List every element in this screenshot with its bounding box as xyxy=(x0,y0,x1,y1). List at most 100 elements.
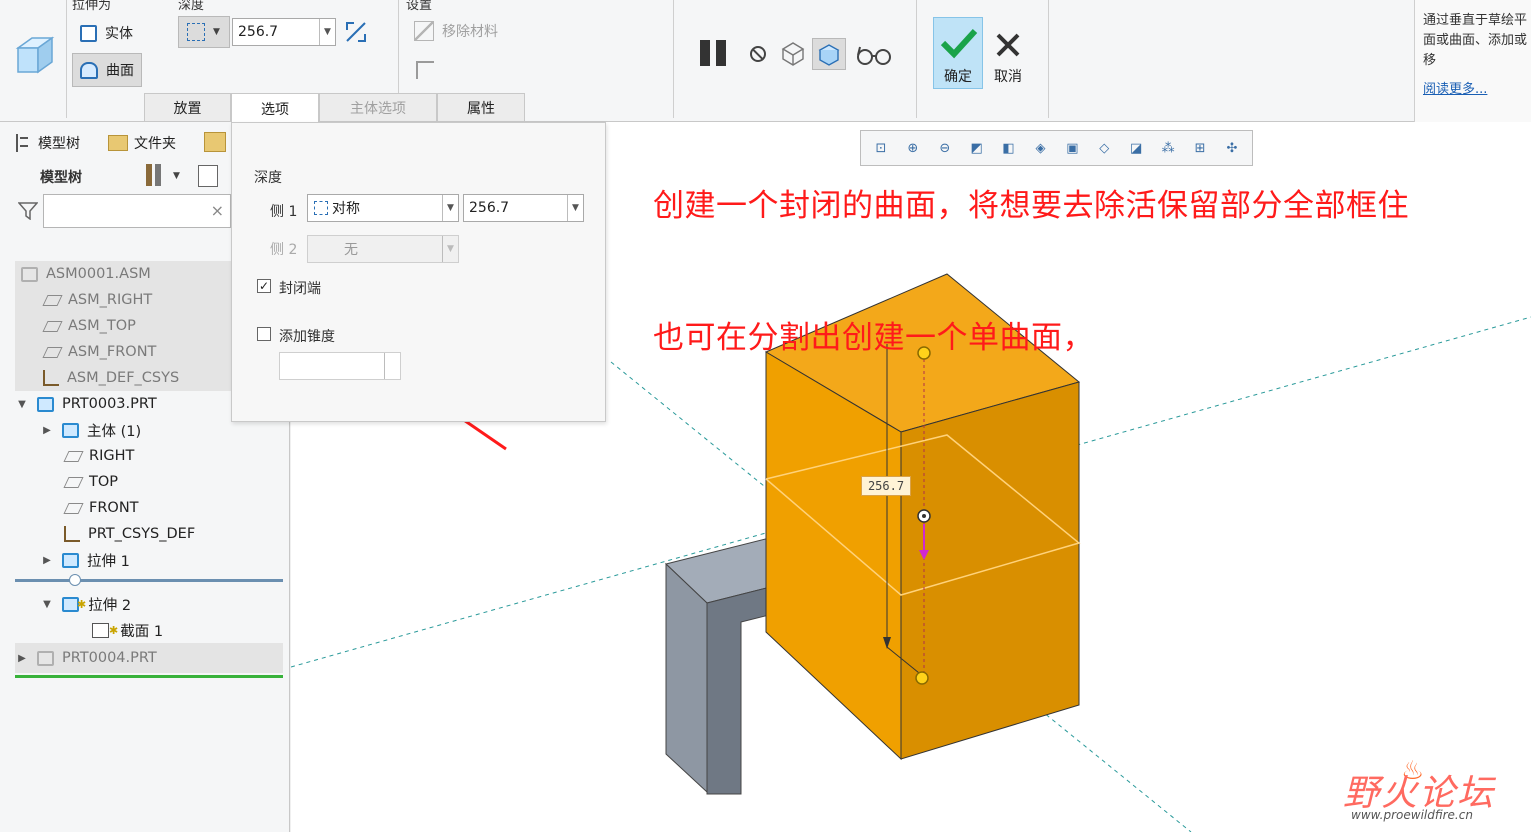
no-preview-icon[interactable] xyxy=(750,46,766,62)
symmetric-depth-icon xyxy=(314,201,328,215)
collapsed-arrow-icon[interactable]: ▶ xyxy=(40,425,54,436)
new-feature-star-icon: ✱ xyxy=(77,597,87,611)
section-icon[interactable]: ◪ xyxy=(1125,137,1147,159)
datum-plane-icon xyxy=(63,450,84,462)
capped-ends-label: 封闭端 xyxy=(279,281,321,297)
surface-icon xyxy=(80,61,98,79)
collapsed-arrow-icon[interactable]: ▶ xyxy=(40,555,54,566)
side1-type-select[interactable]: 对称 ▼ xyxy=(307,194,459,222)
tree-row-prt-csys-def[interactable]: PRT_CSYS_DEF xyxy=(15,521,283,547)
tree-settings-icon[interactable]: ▼ xyxy=(146,164,182,188)
tree-row-top[interactable]: TOP xyxy=(15,469,283,495)
flip-direction-icon[interactable] xyxy=(344,20,368,44)
saved-orientations-icon[interactable]: ◈ xyxy=(1029,137,1051,159)
spin-center-icon[interactable]: ✣ xyxy=(1221,137,1243,159)
folder-icon xyxy=(108,135,128,151)
side1-label: 侧 1 xyxy=(270,204,298,220)
depth-type-dropdown[interactable]: ▼ xyxy=(178,16,230,48)
chevron-down-icon[interactable]: ▼ xyxy=(442,236,458,262)
bracket-front-face xyxy=(665,562,708,794)
surface-button[interactable]: 曲面 xyxy=(72,53,142,87)
view-manager-icon[interactable]: ▣ xyxy=(1061,137,1083,159)
chevron-down-icon[interactable]: ▼ xyxy=(567,195,583,221)
tree-end-bar xyxy=(15,675,283,678)
tree-row-prt0004[interactable]: ▶ PRT0004.PRT xyxy=(15,643,283,673)
tree-row-extrude2[interactable]: ▼ ✱ 拉伸 2 xyxy=(15,591,283,617)
thicken-icon[interactable] xyxy=(416,61,434,79)
tab-placement[interactable]: 放置 xyxy=(144,93,231,121)
refit-icon[interactable]: ⊡ xyxy=(870,137,892,159)
tab-properties[interactable]: 属性 xyxy=(437,93,525,121)
cancel-button[interactable]: 取消 xyxy=(988,26,1028,90)
side2-label: 侧 2 xyxy=(270,242,298,258)
help-text: 通过垂直于草绘平面或曲面、添加或移 xyxy=(1423,13,1528,68)
annotation-display-icon[interactable]: ⊞ xyxy=(1189,137,1211,159)
close-icon xyxy=(996,33,1020,57)
tree-row-front[interactable]: FRONT xyxy=(15,495,283,521)
model-tree-header: 模型树 xyxy=(40,170,82,186)
annotation-text-1: 创建一个封闭的曲面，将想要去除活保留部分全部框住 xyxy=(653,188,1409,224)
solid-button[interactable]: 实体 xyxy=(80,22,133,44)
preview-geometry-icon[interactable] xyxy=(780,40,806,66)
collapsed-arrow-icon[interactable]: ▶ xyxy=(15,653,29,664)
add-taper-label: 添加锥度 xyxy=(279,329,335,345)
new-feature-star-icon: ✱ xyxy=(109,623,119,637)
display-style-icon[interactable]: ◧ xyxy=(998,137,1020,159)
verify-glasses-icon[interactable] xyxy=(856,44,892,66)
view-toolbar: ⊡ ⊕ ⊖ ◩ ◧ ◈ ▣ ◇ ◪ ⁂ ⊞ ✣ xyxy=(860,130,1253,166)
favorites-tab-icon[interactable] xyxy=(204,132,226,152)
model-tree-icon xyxy=(16,134,32,152)
read-more-link[interactable]: 阅读更多... xyxy=(1423,78,1487,97)
tab-model-tree[interactable]: 模型树 xyxy=(16,128,80,158)
show-options-icon[interactable] xyxy=(198,165,218,187)
tab-options[interactable]: 选项 xyxy=(231,93,319,123)
options-panel: 深度 侧 1 对称 ▼ 256.7 ▼ 侧 2 无 ▼ ✓ 封闭端 添加锥度 xyxy=(231,122,606,422)
add-taper-checkbox[interactable] xyxy=(257,327,271,341)
tree-row-section1[interactable]: ✱ 截面 1 xyxy=(15,617,283,643)
tree-search-input[interactable]: × xyxy=(43,194,231,228)
chevron-down-icon[interactable]: ▼ xyxy=(319,19,335,45)
side2-type-select[interactable]: 无 ▼ xyxy=(307,235,459,263)
coordinate-system-icon xyxy=(43,370,59,386)
pause-icon[interactable] xyxy=(700,40,730,68)
extrude-icon xyxy=(62,552,79,568)
assembly-icon xyxy=(21,266,38,282)
perspective-icon[interactable]: ◇ xyxy=(1093,137,1115,159)
filter-icon[interactable] xyxy=(17,202,39,221)
repaint-icon[interactable]: ◩ xyxy=(966,137,988,159)
chevron-down-icon[interactable]: ▼ xyxy=(442,195,458,221)
watermark-logo: ♨ 野火论坛 www.proewildfire.cn xyxy=(1343,756,1496,822)
solid-icon xyxy=(80,24,97,42)
expanded-arrow-icon[interactable]: ▼ xyxy=(40,599,54,610)
help-pane: 通过垂直于草绘平面或曲面、添加或移 阅读更多... xyxy=(1414,0,1531,122)
zoom-out-icon[interactable]: ⊖ xyxy=(934,137,956,159)
tree-row-extrude1[interactable]: ▶ 拉伸 1 xyxy=(15,547,283,573)
dimension-label[interactable]: 256.7 xyxy=(861,476,911,496)
ribbon: 拉伸为 实体 曲面 深度 ▼ 256.7 ▼ 设置 移除材料 确定 取消 放置 … xyxy=(0,0,1531,123)
tree-row-right[interactable]: RIGHT xyxy=(15,443,283,469)
taper-angle-input[interactable] xyxy=(279,352,401,380)
feature-preview-icon[interactable] xyxy=(812,38,846,70)
body-icon xyxy=(62,422,79,438)
side1-value-input[interactable]: 256.7 ▼ xyxy=(463,194,584,222)
group-title-settings: 设置 xyxy=(406,0,433,13)
capped-ends-checkbox[interactable]: ✓ xyxy=(257,279,271,293)
confirm-button[interactable]: 确定 xyxy=(933,17,983,89)
chevron-down-icon: ▼ xyxy=(213,27,220,37)
part-icon xyxy=(37,650,54,666)
datum-display-icon[interactable]: ⁂ xyxy=(1157,137,1179,159)
insert-here-marker[interactable] xyxy=(15,574,283,586)
remove-material-button[interactable]: 移除材料 xyxy=(414,21,498,41)
group-title-depth: 深度 xyxy=(178,0,205,13)
tab-folder-browser[interactable]: 文件夹 xyxy=(108,128,184,158)
symmetric-depth-icon xyxy=(187,23,205,41)
depth-value-input[interactable]: 256.7 ▼ xyxy=(232,18,336,46)
expanded-arrow-icon[interactable]: ▼ xyxy=(15,399,29,410)
datum-plane-icon xyxy=(42,320,63,332)
clear-search-icon[interactable]: × xyxy=(211,201,224,220)
zoom-in-icon[interactable]: ⊕ xyxy=(902,137,924,159)
remove-material-icon xyxy=(414,21,434,41)
block-side-face xyxy=(900,381,1080,760)
tab-body-options[interactable]: 主体选项 xyxy=(319,93,437,121)
part-icon xyxy=(37,396,54,412)
